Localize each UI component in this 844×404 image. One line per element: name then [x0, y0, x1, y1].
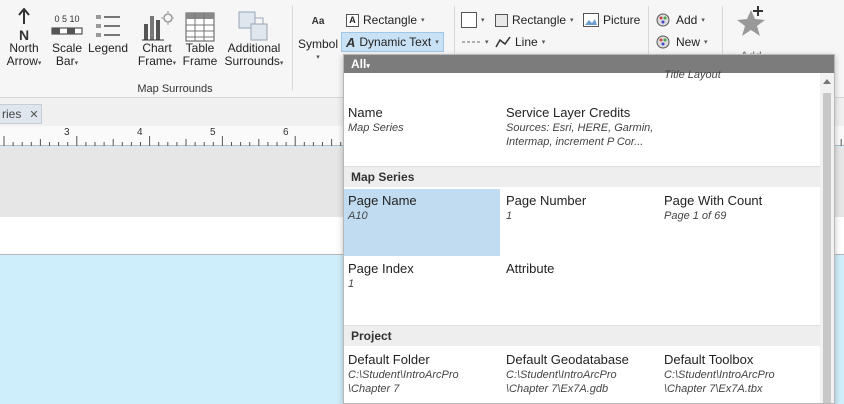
- scale-numbers: 0 5 10: [54, 14, 79, 24]
- text-rectangle-icon: A: [346, 13, 359, 27]
- ruler-number: 4: [137, 127, 143, 138]
- scrollbar-thumb[interactable]: [823, 93, 831, 403]
- rectangle-shape-button[interactable]: Rectangle ▾: [495, 10, 574, 30]
- gallery-item-page-index[interactable]: Page Index 1: [344, 257, 500, 295]
- chart-frame-icon: [142, 11, 174, 41]
- chevron-down-icon: ▾: [481, 17, 485, 24]
- picture-button[interactable]: Picture: [583, 10, 640, 30]
- gallery-item-page-number[interactable]: Page Number 1: [502, 189, 658, 227]
- legend-icon: [96, 15, 120, 37]
- gallery-item-page-name[interactable]: Page Name A10: [344, 189, 500, 256]
- section-header-map-series: Map Series: [344, 166, 822, 187]
- chevron-down-icon: ▾: [366, 63, 370, 70]
- chevron-down-icon: ▾: [570, 17, 574, 24]
- square-icon: [461, 12, 477, 28]
- gallery-item-title-layout[interactable]: Title Layout: [664, 69, 721, 81]
- table-frame-icon: [185, 12, 215, 42]
- chevron-down-icon: ▾: [435, 39, 439, 46]
- gallery-filter[interactable]: All▾: [344, 55, 834, 73]
- section-header-project: Project: [344, 325, 822, 346]
- dynamic-text-gallery: All▾ Title Layout Name Map Series Servic…: [343, 54, 835, 404]
- rectangle-icon: [495, 13, 508, 27]
- symbol-icon: Aa: [311, 15, 325, 27]
- ruler-number: 3: [64, 127, 70, 138]
- rectangle-text-button[interactable]: A Rectangle ▾: [346, 10, 425, 30]
- chevron-down-icon: ▾: [541, 39, 546, 46]
- north-arrow-icon: N: [18, 8, 30, 42]
- symbol-button[interactable]: Aa Symbol ▾: [296, 4, 340, 64]
- gallery-item-name[interactable]: Name Map Series: [344, 101, 500, 139]
- table-frame-button[interactable]: Table Frame: [180, 4, 220, 68]
- new-button[interactable]: New ▾: [656, 32, 708, 52]
- dynamic-text-icon: A: [346, 34, 356, 50]
- ruler-number: 6: [283, 127, 289, 138]
- chevron-down-icon: ▾: [701, 17, 705, 24]
- add-button[interactable]: Add ▾: [656, 10, 705, 30]
- gallery-item-default-toolbox[interactable]: Default Toolbox C:\Student\IntroArcPro \…: [660, 348, 816, 400]
- chevron-down-icon: ▾: [485, 39, 489, 46]
- dash-line-icon: [462, 41, 480, 43]
- line-button[interactable]: Line ▾: [495, 32, 545, 52]
- palette-new-icon: [656, 35, 670, 49]
- ribbon-separator: [292, 6, 293, 90]
- gallery-item-page-with-count[interactable]: Page With Count Page 1 of 69: [660, 189, 816, 227]
- additional-surrounds-button[interactable]: Additional Surrounds▾: [222, 4, 286, 70]
- star-add-icon: [737, 6, 765, 36]
- legend-button[interactable]: Legend: [86, 4, 130, 55]
- svg-text:N: N: [19, 27, 29, 42]
- dynamic-text-button[interactable]: A Dynamic Text ▾: [341, 32, 444, 52]
- gallery-scrollbar[interactable]: [820, 73, 834, 403]
- line-style-button[interactable]: ▾: [461, 32, 489, 52]
- gallery-item-service-layer-credits[interactable]: Service Layer Credits Sources: Esri, HER…: [502, 101, 672, 153]
- scroll-up-arrow-icon[interactable]: [823, 79, 831, 84]
- line-icon: [495, 36, 511, 48]
- gallery-item-attribute[interactable]: Attribute: [502, 257, 658, 281]
- shape-style-button[interactable]: ▾: [461, 10, 485, 30]
- north-arrow-button[interactable]: N North Arrow▾: [2, 4, 46, 70]
- scale-bar-button[interactable]: 0 5 10 Scale Bar▾: [48, 4, 86, 70]
- chart-frame-button[interactable]: Chart Frame▾: [134, 4, 180, 70]
- picture-icon: [583, 13, 599, 27]
- scale-bar-icon: 0 5 10: [51, 14, 83, 35]
- gallery-item-default-geodatabase[interactable]: Default Geodatabase C:\Student\IntroArcP…: [502, 348, 658, 400]
- map-surrounds-group-label: Map Surrounds: [137, 83, 213, 95]
- palette-add-icon: [656, 13, 670, 27]
- ruler-number: 5: [210, 127, 216, 138]
- close-icon[interactable]: ✕: [29, 108, 38, 121]
- tab-map-series[interactable]: ries ✕: [0, 104, 42, 124]
- additional-surrounds-icon: [238, 11, 268, 41]
- chevron-down-icon: ▾: [704, 39, 708, 46]
- chevron-down-icon: ▾: [421, 17, 425, 24]
- gallery-item-default-folder[interactable]: Default Folder C:\Student\IntroArcPro \C…: [344, 348, 500, 400]
